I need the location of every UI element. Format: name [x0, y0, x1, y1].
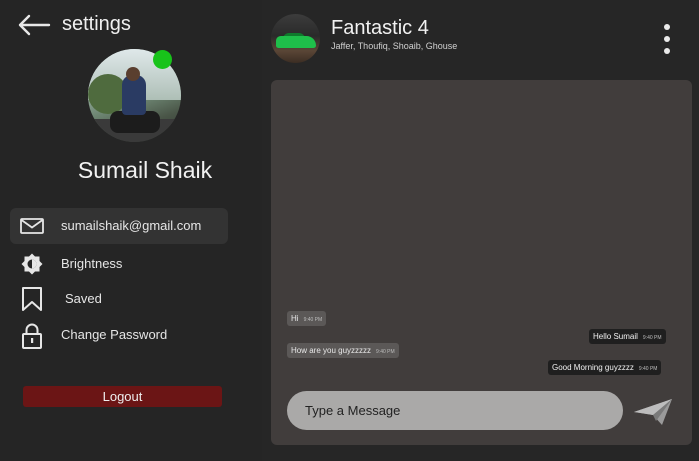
back-arrow-icon[interactable] [17, 14, 51, 36]
message-text: Good Morning guyzzzz [552, 363, 634, 372]
menu-item-label: Saved [65, 291, 102, 306]
send-icon[interactable] [632, 397, 674, 427]
message-input[interactable] [287, 391, 623, 430]
message-bubble-outgoing: Hello Sumail 9:40 PM [589, 329, 666, 344]
settings-panel: settings Sumail Shaik sumailshaik@gmail.… [0, 0, 262, 461]
menu-item-label: sumailshaik@gmail.com [61, 218, 202, 233]
menu-item-label: Brightness [61, 256, 123, 271]
menu-item-brightness[interactable]: Brightness [10, 246, 228, 282]
settings-title: settings [62, 13, 131, 35]
menu-item-change-password[interactable]: Change Password [10, 317, 228, 353]
bookmark-icon [20, 287, 44, 311]
message-text: Hello Sumail [593, 332, 638, 341]
menu-item-email[interactable]: sumailshaik@gmail.com [10, 208, 228, 244]
lock-icon [20, 323, 44, 349]
message-bubble-outgoing: Good Morning guyzzzz 9:40 PM [548, 360, 662, 375]
message-time: 9:40 PM [642, 335, 662, 341]
more-options-icon[interactable] [660, 24, 674, 54]
brightness-icon [20, 252, 44, 276]
menu-item-saved[interactable]: Saved [10, 281, 228, 317]
online-status-dot [153, 50, 172, 69]
group-members: Jaffer, Thoufiq, Shoaib, Ghouse [331, 41, 458, 51]
group-name: Fantastic 4 [331, 17, 429, 39]
user-name: Sumail Shaik [77, 157, 213, 183]
message-bubble-incoming: Hi 9:40 PM [287, 311, 327, 326]
message-time: 9:40 PM [638, 366, 658, 372]
menu-item-label: Change Password [61, 327, 168, 342]
message-text: Hi [291, 314, 299, 323]
message-bubble-incoming: How are you guyzzzzz 9:40 PM [287, 343, 399, 358]
logout-button[interactable]: Logout [23, 386, 222, 407]
mail-icon [20, 214, 44, 238]
message-text: How are you guyzzzzz [291, 346, 372, 355]
message-time: 9:40 PM [376, 349, 395, 355]
message-time: 9:40 PM [303, 317, 323, 323]
group-avatar[interactable] [271, 14, 320, 63]
